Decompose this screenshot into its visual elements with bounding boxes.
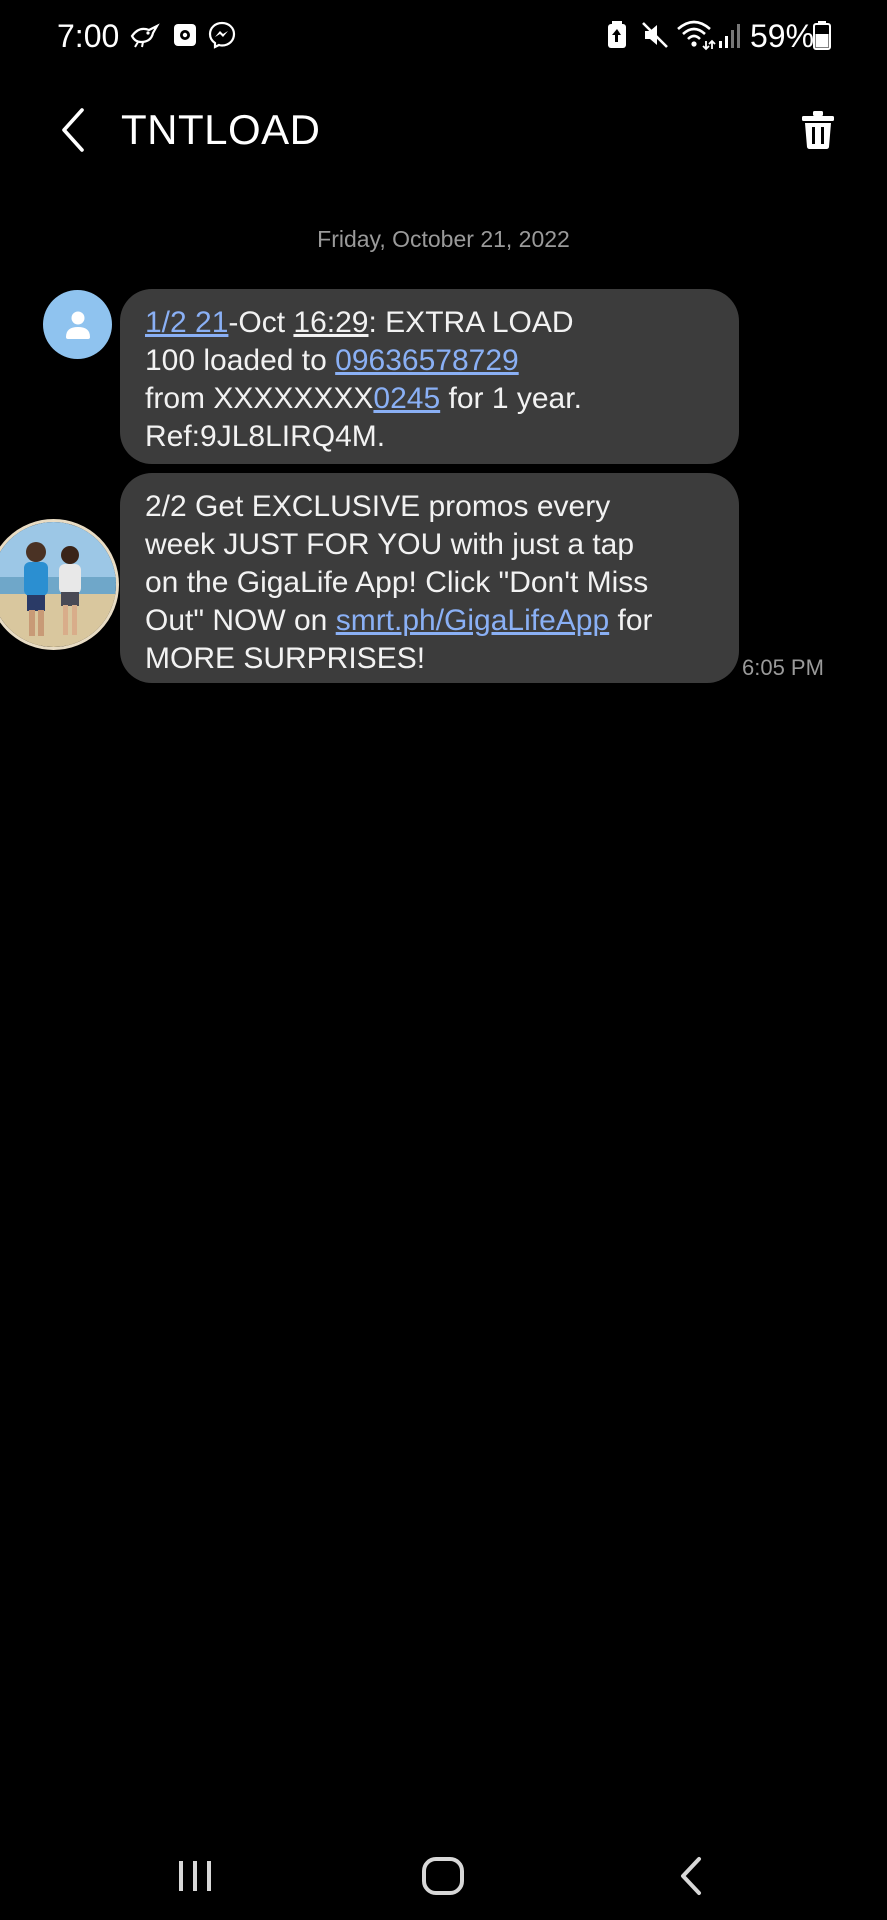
message-link[interactable]: 1/2 21 — [145, 306, 228, 339]
message-bubble[interactable]: 2/2 Get EXCLUSIVE promos every week JUST… — [120, 473, 739, 683]
bird-icon — [128, 18, 162, 52]
navigation-bar — [0, 1840, 887, 1920]
camera-app-icon — [170, 18, 200, 52]
recent-apps-icon — [179, 1861, 211, 1891]
back-icon — [681, 1857, 701, 1895]
chevron-left-icon — [62, 108, 84, 152]
phone-number-link[interactable]: 09636578729 — [335, 344, 519, 377]
status-time: 7:00 — [57, 18, 120, 54]
message-text: for — [609, 604, 653, 637]
message-text: from XXXXXXXX — [145, 382, 374, 415]
sender-avatar[interactable] — [43, 290, 112, 359]
wifi-icon — [675, 18, 717, 52]
user-avatar-photo[interactable] — [0, 519, 119, 650]
message-timestamp: 6:05 PM — [742, 655, 824, 680]
message-text: Out" NOW on — [145, 604, 336, 637]
conversation-title: TNTLOAD — [121, 106, 321, 153]
number-link[interactable]: 0245 — [373, 382, 440, 415]
date-separator: Friday, October 21, 2022 — [317, 226, 570, 252]
message-text: 100 loaded to — [145, 344, 336, 377]
messenger-icon — [206, 18, 238, 52]
message-text: : EXTRA LOAD — [368, 306, 574, 339]
message-text: for 1 year. — [440, 382, 582, 415]
delete-button[interactable] — [794, 104, 842, 156]
home-icon — [422, 1857, 464, 1895]
conversation-header: TNTLOAD — [0, 90, 887, 170]
battery-percent: 59% — [750, 18, 815, 54]
message-bubble[interactable]: 1/2 21-Oct 16:29: EXTRA LOAD 100 loaded … — [120, 289, 739, 464]
mute-icon — [638, 18, 672, 52]
message-time-link[interactable]: 16:29 — [293, 306, 368, 339]
message-text: week JUST FOR YOU with just a tap — [145, 528, 635, 561]
message-text: on the GigaLife App! Click "Don't Miss — [145, 566, 649, 599]
person-icon — [65, 311, 90, 339]
trash-icon — [802, 111, 834, 149]
signal-icon — [716, 18, 746, 52]
status-bar: 7:00 59% — [0, 0, 887, 72]
message-text: Ref:9JL8LIRQ4M. — [145, 420, 386, 453]
message-text: -Oct — [228, 306, 294, 339]
message-text: MORE SURPRISES! — [145, 642, 426, 675]
url-link[interactable]: smrt.ph/GigaLifeApp — [336, 604, 609, 637]
message-text: 2/2 Get EXCLUSIVE promos every — [145, 490, 611, 523]
battery-icon — [812, 18, 832, 52]
battery-saver-icon — [604, 18, 630, 52]
home-button[interactable] — [403, 1848, 483, 1904]
nav-back-button[interactable] — [652, 1848, 732, 1904]
back-button[interactable] — [50, 102, 96, 158]
recent-apps-button[interactable] — [155, 1848, 235, 1904]
